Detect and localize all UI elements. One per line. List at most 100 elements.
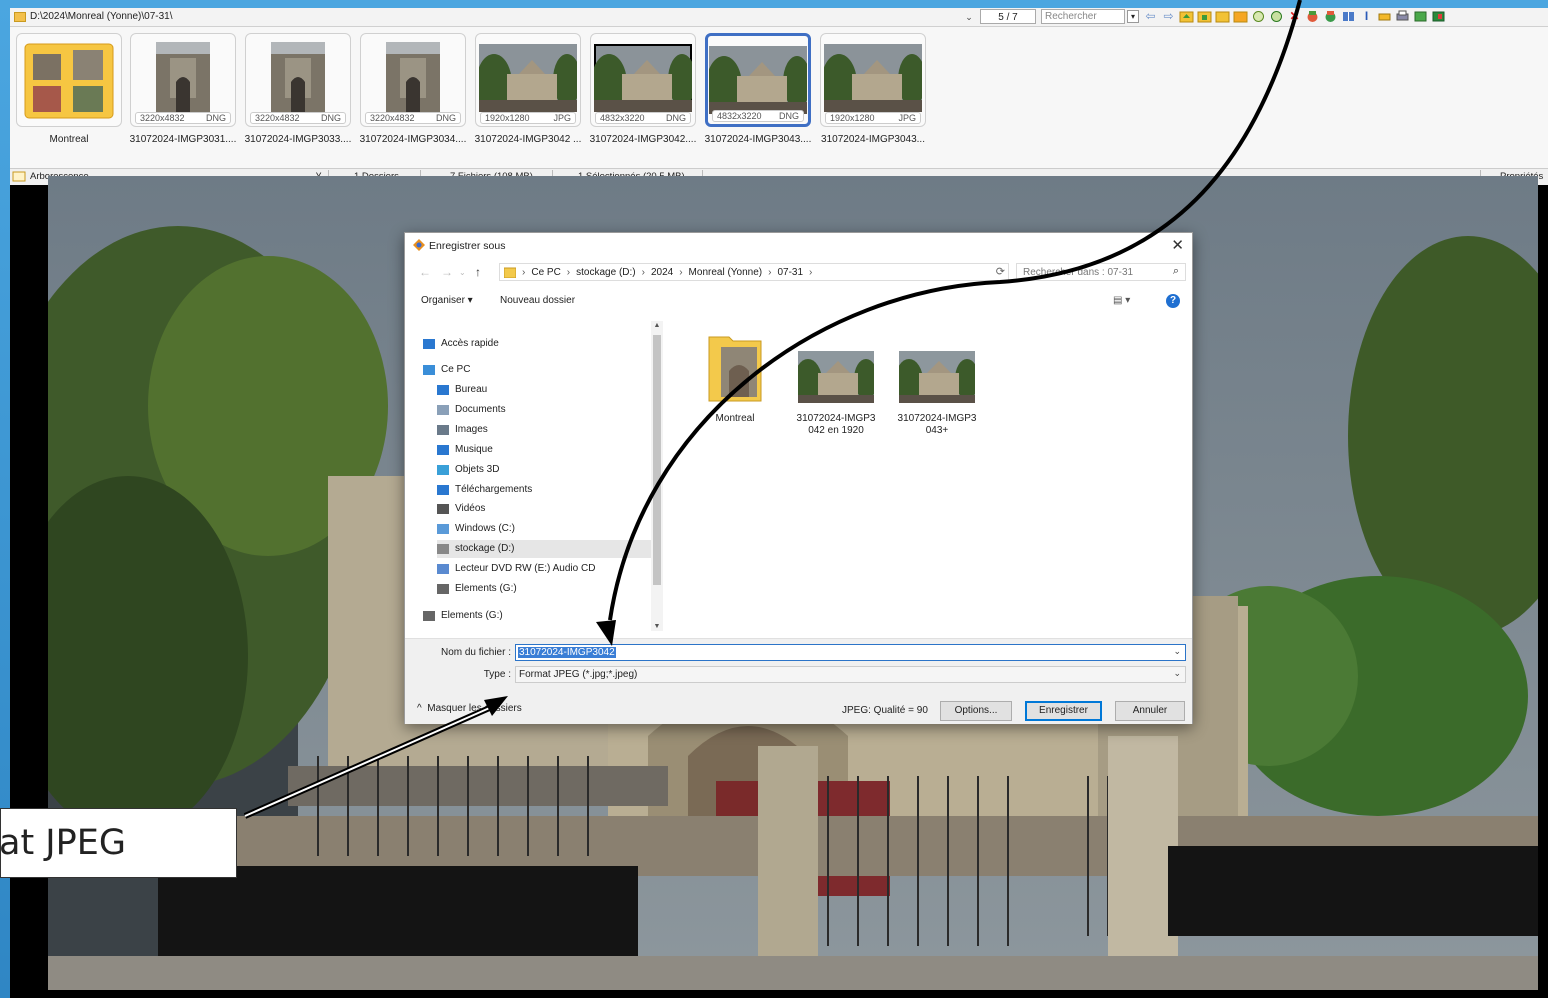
text-icon[interactable]: I bbox=[1359, 9, 1374, 24]
current-path[interactable]: D:\2024\Monreal (Yonne)\07-31\ bbox=[30, 11, 173, 22]
options-button[interactable]: Options... bbox=[940, 701, 1012, 721]
close-icon[interactable]: ✕ bbox=[1171, 236, 1184, 254]
organise-button[interactable]: Organiser ▾ bbox=[421, 295, 473, 306]
nav-item-label: Bureau bbox=[455, 384, 488, 395]
thumbnail[interactable]: 4832x3220 DNG bbox=[705, 33, 811, 127]
thumbnail[interactable]: 1920x1280 JPG bbox=[820, 33, 926, 127]
thumbnail[interactable]: 3220x4832 DNG bbox=[360, 33, 466, 127]
folder-search-input[interactable]: Rechercher dans : 07-31 ⌕ bbox=[1016, 263, 1186, 281]
chevron-down-icon[interactable]: ⌄ bbox=[459, 268, 466, 277]
scroll-down-icon[interactable]: ▼ bbox=[651, 623, 663, 630]
nav-item[interactable]: stockage (D:) bbox=[437, 540, 663, 558]
address-row: ← → ⌄ ↑ › Ce PC › stockage (D:) › 2024 › Monrea… bbox=[413, 263, 1009, 281]
chevron-down-icon[interactable]: ⌄ bbox=[962, 10, 976, 24]
rotate-icon[interactable] bbox=[1251, 9, 1266, 24]
delete-icon[interactable]: ✕ bbox=[1287, 9, 1302, 24]
tool2-icon[interactable] bbox=[1323, 9, 1338, 24]
view-options-icon[interactable]: ▤ ▾ bbox=[1113, 295, 1130, 306]
refresh-icon[interactable] bbox=[1269, 9, 1284, 24]
nav-item[interactable]: Accès rapide bbox=[423, 335, 663, 353]
nav-item[interactable]: Vidéos bbox=[437, 500, 663, 518]
hide-folders-toggle[interactable]: ^ Masquer les dossiers bbox=[417, 703, 522, 714]
exit-icon[interactable] bbox=[1431, 9, 1446, 24]
nav-item[interactable]: Ce PC bbox=[423, 361, 663, 379]
file-label: 31072024-IMGP3 043+ bbox=[897, 413, 977, 436]
save-button[interactable]: Enregistrer bbox=[1025, 701, 1102, 721]
search-input[interactable]: Rechercher bbox=[1041, 9, 1125, 24]
nav-item[interactable]: Musique bbox=[437, 441, 663, 459]
file-item[interactable]: 31072024-IMGP3 043+ bbox=[892, 351, 982, 437]
nav-item[interactable]: Objets 3D bbox=[437, 461, 663, 479]
chevron-right-icon[interactable]: › bbox=[642, 267, 645, 278]
printer-scan-icon[interactable] bbox=[1377, 9, 1392, 24]
tool-icon[interactable] bbox=[1305, 9, 1320, 24]
thumbnail-caption[interactable]: 31072024-IMGP3043... bbox=[817, 134, 929, 145]
new-folder-button[interactable]: Nouveau dossier bbox=[500, 295, 575, 306]
folder-move-icon[interactable] bbox=[1215, 9, 1230, 24]
chevron-right-icon[interactable]: › bbox=[768, 267, 771, 278]
chevron-right-icon[interactable]: › bbox=[679, 267, 682, 278]
navigation-scrollbar[interactable]: ▲ ▼ bbox=[651, 321, 663, 631]
folder-new-icon[interactable] bbox=[1233, 9, 1248, 24]
breadcrumb-item[interactable]: 2024 bbox=[651, 267, 673, 278]
forward-arrow-icon[interactable]: → bbox=[441, 265, 453, 279]
thumbnail-caption[interactable]: Montreal bbox=[13, 134, 125, 145]
help-icon[interactable]: ? bbox=[1166, 294, 1180, 308]
chevron-down-icon[interactable]: ⌄ bbox=[1173, 646, 1181, 657]
nav-item[interactable]: Bureau bbox=[437, 381, 663, 399]
breadcrumb-item[interactable]: 07-31 bbox=[777, 267, 803, 278]
annotation-callout: at JPEG bbox=[0, 808, 237, 878]
refresh-icon[interactable]: ⟳ bbox=[996, 265, 1005, 278]
up-arrow-icon[interactable]: ↑ bbox=[475, 265, 481, 279]
grid-icon[interactable] bbox=[1341, 9, 1356, 24]
search-icon[interactable]: ⌕ bbox=[1173, 265, 1179, 278]
nav-item[interactable]: Elements (G:) bbox=[423, 607, 663, 625]
nav-item[interactable]: Documents bbox=[437, 401, 663, 419]
thumbnail-caption[interactable]: 31072024-IMGP3034.... bbox=[357, 134, 469, 145]
chevron-right-icon[interactable]: › bbox=[567, 267, 570, 278]
file-item[interactable]: 31072024-IMGP3 042 en 1920 bbox=[791, 351, 881, 437]
thumbnail-caption[interactable]: 31072024-IMGP3031.... bbox=[127, 134, 239, 145]
filetype-select[interactable]: Format JPEG (*.jpg;*.jpeg) ⌄ bbox=[515, 666, 1186, 683]
prev-arrow-icon[interactable]: ⇦ bbox=[1143, 9, 1158, 24]
print-icon[interactable] bbox=[1395, 9, 1410, 24]
file-label: Montreal bbox=[715, 413, 755, 424]
thumbnail-caption[interactable]: 31072024-IMGP3042 ... bbox=[472, 134, 584, 145]
image-file-icon bbox=[794, 351, 878, 403]
drive-g-icon bbox=[423, 611, 435, 621]
scroll-up-icon[interactable]: ▲ bbox=[651, 322, 663, 329]
chevron-right-icon[interactable]: › bbox=[809, 267, 812, 278]
folder-up-icon[interactable] bbox=[1179, 9, 1194, 24]
folder-thumbnail-icon bbox=[21, 38, 117, 125]
breadcrumb-item[interactable]: stockage (D:) bbox=[576, 267, 635, 278]
breadcrumb-item[interactable]: Ce PC bbox=[531, 267, 560, 278]
thumbnail-caption[interactable]: 31072024-IMGP3033.... bbox=[242, 134, 354, 145]
thumbnail[interactable]: 1920x1280 JPG bbox=[475, 33, 581, 127]
scrollbar-thumb[interactable] bbox=[653, 335, 661, 585]
thumbnail-caption[interactable]: 31072024-IMGP3043.... bbox=[702, 134, 814, 145]
chevron-right-icon[interactable]: › bbox=[522, 267, 525, 278]
thumbnail[interactable]: 4832x3220 DNG bbox=[590, 33, 696, 127]
nav-item[interactable]: Elements (G:) bbox=[437, 580, 663, 598]
folder-copy-icon[interactable] bbox=[1197, 9, 1212, 24]
filename-input[interactable]: 31072024-IMGP3042 ⌄ bbox=[515, 644, 1186, 661]
cancel-button[interactable]: Annuler bbox=[1115, 701, 1185, 721]
thumbnail-caption[interactable]: 31072024-IMGP3042.... bbox=[587, 134, 699, 145]
chevron-down-icon[interactable]: ⌄ bbox=[1173, 668, 1181, 679]
nav-item[interactable]: Windows (C:) bbox=[437, 520, 663, 538]
navigation-pane: Accès rapide Ce PC Bureau Documents Images Mu… bbox=[417, 321, 663, 631]
next-arrow-icon[interactable]: ⇨ bbox=[1161, 9, 1176, 24]
breadcrumb-item[interactable]: Monreal (Yonne) bbox=[689, 267, 763, 278]
nav-item[interactable]: Téléchargements bbox=[437, 481, 663, 499]
thumbnail[interactable] bbox=[16, 33, 122, 127]
nav-item[interactable]: Images bbox=[437, 421, 663, 439]
search-dropdown-button[interactable]: ▾ bbox=[1127, 10, 1139, 23]
drive-c-icon bbox=[437, 524, 449, 534]
thumbnail[interactable]: 3220x4832 DNG bbox=[130, 33, 236, 127]
breadcrumb[interactable]: › Ce PC › stockage (D:) › 2024 › Monreal (Yonne… bbox=[499, 263, 1009, 281]
back-arrow-icon[interactable]: ← bbox=[419, 265, 431, 279]
thumbnail[interactable]: 3220x4832 DNG bbox=[245, 33, 351, 127]
image-icon[interactable] bbox=[1413, 9, 1428, 24]
nav-item[interactable]: Lecteur DVD RW (E:) Audio CD bbox=[437, 560, 663, 578]
folder-item[interactable]: Montreal bbox=[690, 331, 780, 425]
